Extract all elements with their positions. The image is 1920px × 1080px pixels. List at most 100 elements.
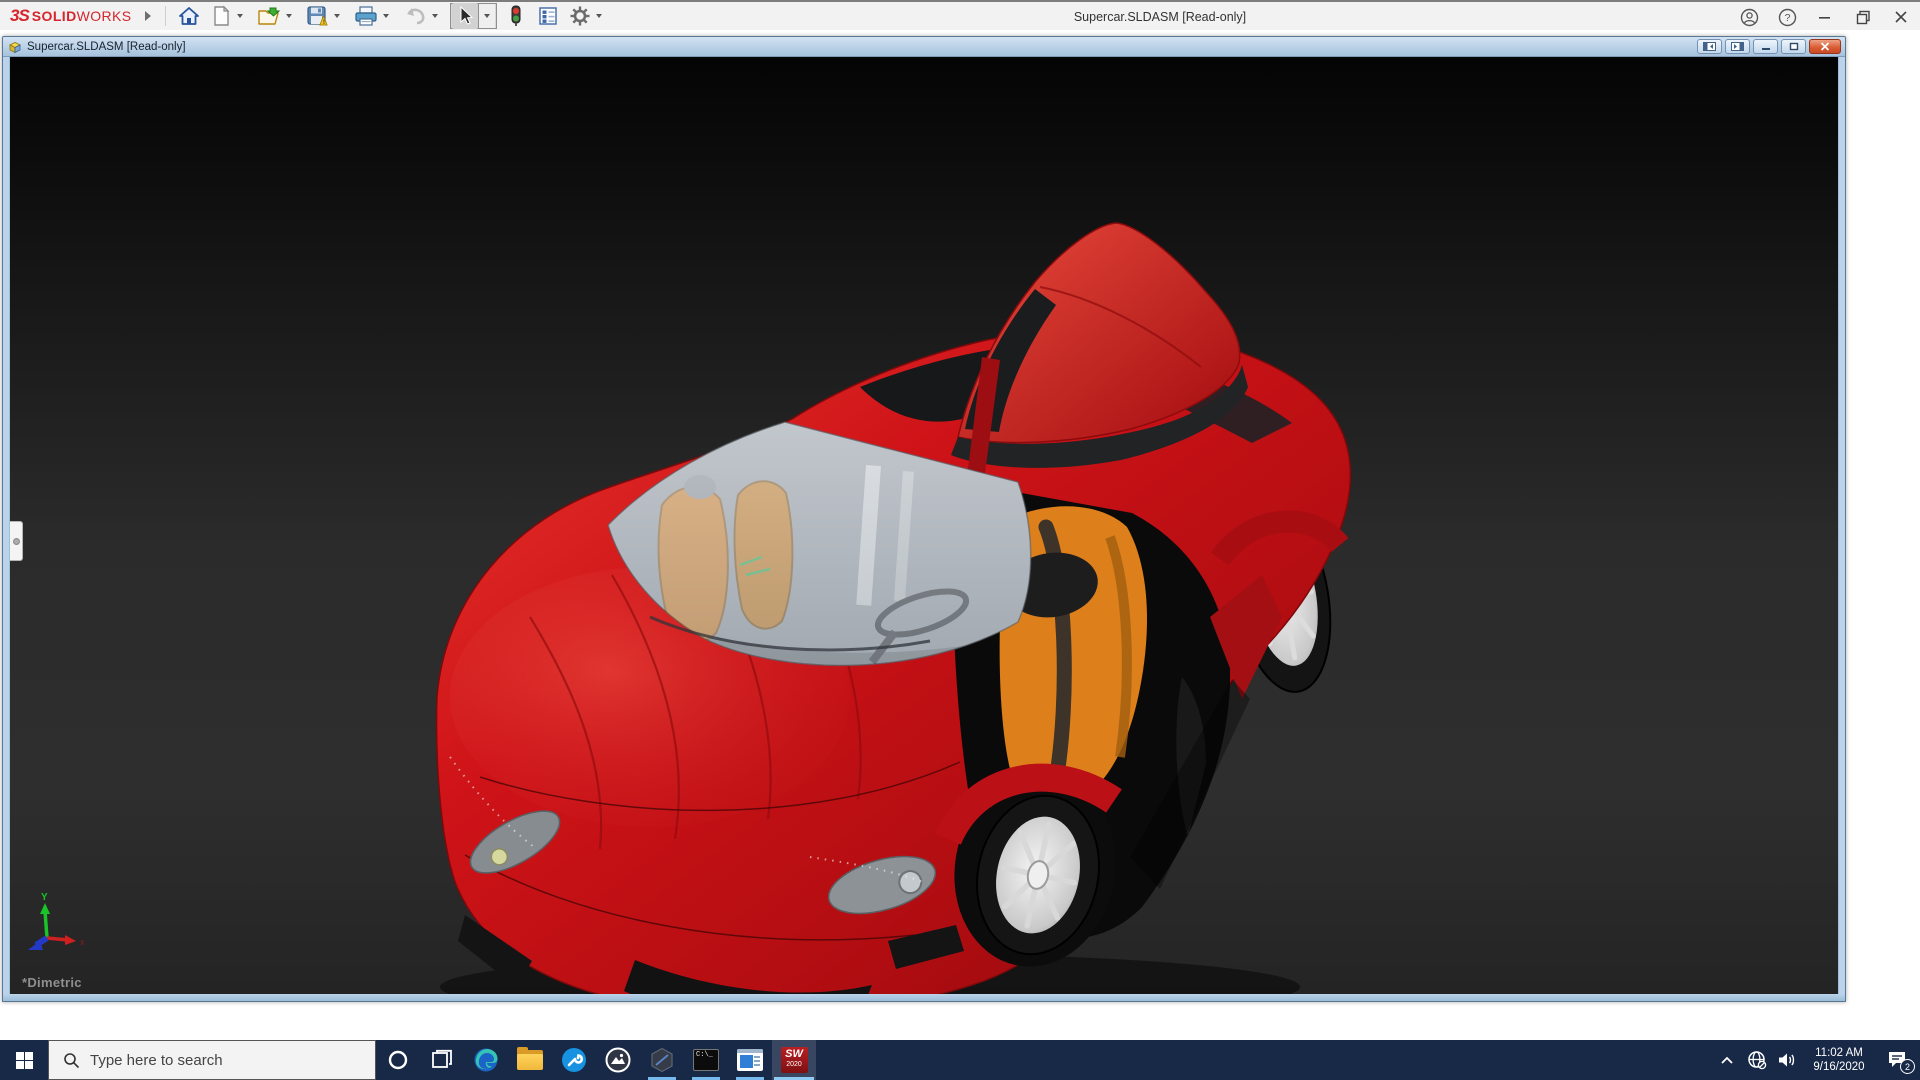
- close-button[interactable]: [1882, 3, 1920, 31]
- document-titlebar[interactable]: Supercar.SLDASM [Read-only]: [3, 37, 1845, 57]
- assembly-icon: [8, 40, 23, 54]
- photos-icon: [605, 1047, 631, 1073]
- account-icon: [1740, 8, 1759, 27]
- file-explorer-icon: [517, 1050, 543, 1070]
- doc-close-icon: [1820, 42, 1830, 51]
- quick-access-toolbar: !: [176, 1, 614, 31]
- save-dropdown[interactable]: [334, 14, 340, 18]
- view-orientation-label: *Dimetric: [22, 975, 82, 990]
- hexagon-app-icon: [649, 1047, 675, 1073]
- account-button[interactable]: [1730, 3, 1768, 31]
- notification-badge: 2: [1900, 1059, 1915, 1074]
- display-states-button[interactable]: [503, 3, 529, 29]
- taskbar-item-solidworks[interactable]: SW 2020: [772, 1040, 816, 1080]
- windows-taskbar: C:\_ SW 2020: [0, 1040, 1920, 1080]
- document-window: Supercar.SLDASM [Read-only]: [2, 36, 1846, 1002]
- clock-time: 11:02 AM: [1815, 1046, 1863, 1060]
- select-tool-group: [450, 3, 497, 29]
- task-view-icon: [431, 1049, 453, 1071]
- right-pane-icon: [1731, 42, 1744, 51]
- action-center-button[interactable]: 2: [1876, 1040, 1920, 1080]
- menu-flyout-arrow-icon[interactable]: [145, 11, 151, 21]
- gear-icon: [569, 5, 591, 27]
- supercar-3d-model: Y x: [10, 57, 1839, 994]
- open-dropdown[interactable]: [286, 14, 292, 18]
- minimize-button[interactable]: [1806, 3, 1844, 31]
- doc-restore-button[interactable]: [1781, 39, 1806, 54]
- left-pane-icon: [1703, 42, 1716, 51]
- taskbar-item-edge[interactable]: [464, 1040, 508, 1080]
- taskbar-item-hexagon-app[interactable]: [640, 1040, 684, 1080]
- cortana-button[interactable]: [376, 1040, 420, 1080]
- document-title: Supercar.SLDASM [Read-only]: [27, 41, 186, 53]
- system-tray: 11:02 AM 9/16/2020 2: [1712, 1040, 1920, 1080]
- main-titlebar: 3S SOLID WORKS: [0, 0, 1920, 30]
- solidworks-logo[interactable]: 3S SOLID WORKS: [10, 6, 131, 26]
- tray-volume-button[interactable]: [1772, 1040, 1802, 1080]
- solidworks-logo-mark: 3S: [10, 6, 29, 26]
- select-tool-dropdown[interactable]: [478, 4, 495, 28]
- form-editor-button[interactable]: [535, 3, 561, 29]
- doc-restore-icon: [1789, 42, 1799, 51]
- help-button[interactable]: ?: [1768, 3, 1806, 31]
- options-button[interactable]: [567, 3, 593, 29]
- globe-no-network-icon: [1747, 1050, 1767, 1070]
- collapsed-panel-tab[interactable]: [10, 521, 23, 561]
- select-cursor-icon: [455, 5, 475, 27]
- window-app-icon: [737, 1049, 763, 1071]
- chevron-up-icon: [1720, 1055, 1734, 1065]
- taskbar-item-file-explorer[interactable]: [508, 1040, 552, 1080]
- solidworks-logo-works: WORKS: [77, 8, 132, 24]
- tray-network-button[interactable]: [1742, 1040, 1772, 1080]
- start-button[interactable]: [0, 1040, 48, 1080]
- select-tool-button[interactable]: [452, 3, 478, 29]
- panel-tab-dot-icon: [13, 538, 20, 545]
- save-button[interactable]: !: [304, 3, 331, 29]
- taskbar-item-command-prompt[interactable]: C:\_: [684, 1040, 728, 1080]
- clock-date: 9/16/2020: [1813, 1060, 1864, 1074]
- undo-dropdown[interactable]: [432, 14, 438, 18]
- edge-icon: [473, 1047, 499, 1073]
- open-button[interactable]: [255, 3, 283, 29]
- traffic-light-icon: [509, 4, 523, 28]
- undo-icon: [403, 5, 427, 27]
- options-dropdown[interactable]: [596, 14, 602, 18]
- new-document-dropdown[interactable]: [237, 14, 243, 18]
- save-icon: !: [306, 5, 329, 27]
- home-button[interactable]: [176, 3, 202, 29]
- solidworks-app-window: 3S SOLID WORKS: [0, 0, 1920, 1080]
- home-icon: [178, 5, 200, 27]
- triad-y-label: Y: [41, 892, 48, 903]
- taskbar-clock[interactable]: 11:02 AM 9/16/2020: [1802, 1040, 1876, 1080]
- tray-chevron-button[interactable]: [1712, 1040, 1742, 1080]
- solidworks-2020-icon: SW 2020: [781, 1047, 808, 1073]
- print-icon: [354, 5, 378, 27]
- window-title: Supercar.SLDASM [Read-only]: [1074, 2, 1246, 32]
- cortana-icon: [387, 1049, 409, 1071]
- print-dropdown[interactable]: [383, 14, 389, 18]
- search-input[interactable]: [90, 1052, 350, 1069]
- doc-minimize-icon: [1761, 43, 1771, 51]
- doc-close-button[interactable]: [1809, 39, 1841, 54]
- taskbar-item-photos[interactable]: [596, 1040, 640, 1080]
- undo-button[interactable]: [401, 3, 429, 29]
- taskbar-item-window-app[interactable]: [728, 1040, 772, 1080]
- doc-minimize-button[interactable]: [1753, 39, 1778, 54]
- print-button[interactable]: [352, 3, 380, 29]
- document-window-bottom-border: [3, 994, 1845, 1001]
- graphics-viewport[interactable]: Y x *Dimetric: [9, 57, 1839, 994]
- wrench-tool-icon: [561, 1047, 587, 1073]
- task-view-button[interactable]: [420, 1040, 464, 1080]
- show-right-pane-button[interactable]: [1725, 39, 1750, 54]
- show-left-pane-button[interactable]: [1697, 39, 1722, 54]
- taskbar-item-support-tool[interactable]: [552, 1040, 596, 1080]
- new-document-icon: [211, 5, 231, 27]
- speaker-icon: [1777, 1051, 1797, 1069]
- command-prompt-icon: C:\_: [693, 1049, 719, 1071]
- new-document-button[interactable]: [208, 3, 234, 29]
- close-icon: [1894, 10, 1908, 24]
- taskbar-search[interactable]: [48, 1040, 376, 1080]
- document-window-controls: [1697, 39, 1841, 54]
- restore-button[interactable]: [1844, 3, 1882, 31]
- help-icon: ?: [1778, 8, 1797, 27]
